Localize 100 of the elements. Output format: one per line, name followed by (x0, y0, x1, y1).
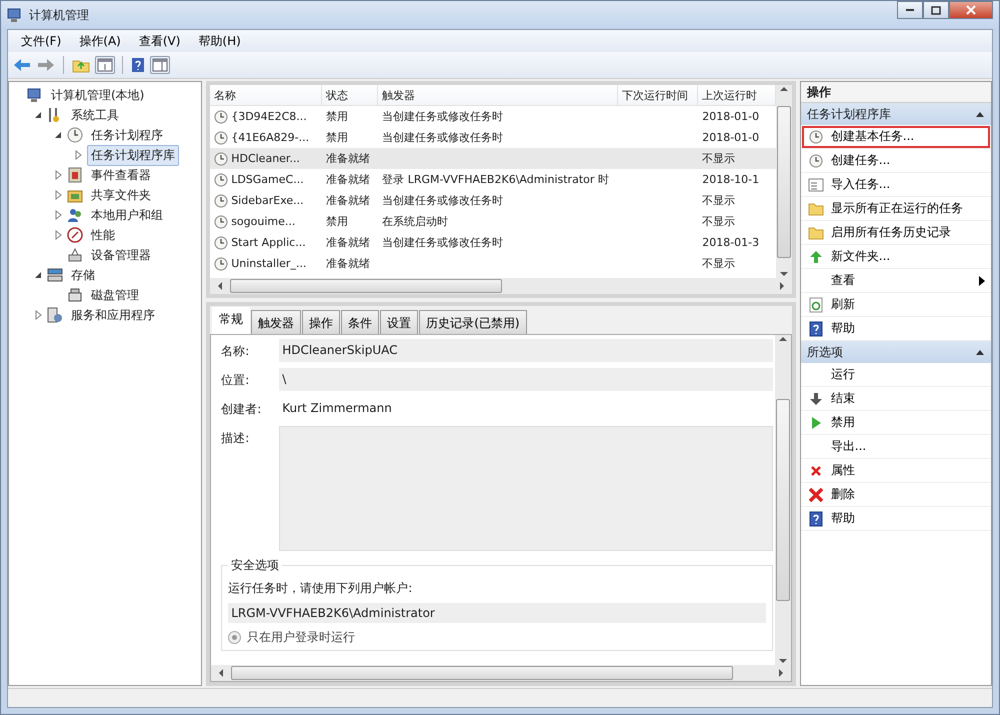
action-item[interactable]: 显示所有正在运行的任务 (800, 197, 991, 221)
tree-item[interactable]: 存储 (67, 264, 99, 286)
scroll-left-icon[interactable] (216, 282, 224, 290)
help-icon (808, 510, 823, 526)
console-tree-button[interactable] (95, 56, 115, 74)
clock-icon (808, 154, 823, 168)
tab[interactable]: 常规 (212, 307, 250, 334)
action-item[interactable]: 结束 (800, 387, 991, 411)
column-header[interactable]: 上次运行时 (698, 85, 776, 106)
input-field[interactable]: HDCleanerSkipUAC (279, 339, 773, 362)
table-row[interactable]: {41E6A829-... 禁用 当创建任务或修改任务时 2018-01-0 (210, 127, 776, 148)
window-title: 计算机管理 (29, 6, 90, 24)
tree-item[interactable]: 任务计划程序 (87, 124, 167, 146)
scroll-right-icon[interactable] (778, 282, 786, 290)
column-header[interactable]: 下次运行时间 (618, 85, 698, 106)
up-arrow-icon (808, 250, 823, 264)
minimize-button[interactable] (897, 1, 923, 19)
collapse-icon[interactable] (975, 110, 985, 118)
list-icon (808, 178, 824, 192)
action-item[interactable]: 导入任务... (800, 173, 991, 197)
tree-item[interactable]: 本地用户和组 (87, 204, 167, 226)
horizontal-scrollbar[interactable] (211, 665, 791, 681)
action-item[interactable]: 属性 (800, 459, 991, 483)
vertical-scrollbar[interactable] (776, 85, 792, 278)
table-cell: 2018-10-1 (702, 173, 760, 186)
field-label: 位置: (221, 372, 250, 389)
close-button[interactable] (949, 1, 993, 19)
menu-item[interactable]: 帮助(H) (189, 30, 250, 52)
table-cell: 当创建任务或修改任务时 (382, 109, 504, 124)
column-header[interactable]: 触发器 (378, 85, 618, 106)
field-label: 创建者: (221, 401, 262, 418)
table-row[interactable]: {3D94E2C8... 禁用 当创建任务或修改任务时 2018-01-0 (210, 106, 776, 127)
tree-item[interactable]: 事件查看器 (87, 164, 155, 186)
collapse-arrow-icon[interactable] (33, 270, 43, 280)
menu-item[interactable]: 查看(V) (130, 30, 190, 52)
scroll-up-icon[interactable] (778, 335, 787, 343)
tree-item[interactable]: 系统工具 (67, 104, 123, 126)
expand-arrow-icon[interactable] (53, 230, 63, 240)
action-item[interactable]: 导出... (800, 435, 991, 459)
expand-arrow-icon[interactable] (33, 310, 43, 320)
tab[interactable]: 历史记录(已禁用) (419, 310, 527, 334)
scroll-left-icon[interactable] (217, 669, 226, 677)
action-item[interactable]: 帮助 (800, 507, 991, 531)
table-row[interactable]: Start Applic... 准备就绪 当创建任务或修改任务时 2018-01-3 (210, 232, 776, 253)
table-row[interactable]: sogouime... 禁用 在系统启动时 不显示 (210, 211, 776, 232)
action-item[interactable]: 创建任务... (800, 149, 991, 173)
maximize-button[interactable] (923, 1, 949, 19)
table-cell: 禁用 (326, 130, 348, 145)
scroll-up-icon[interactable] (780, 85, 788, 93)
tree-item[interactable]: 服务和应用程序 (67, 304, 159, 326)
tab[interactable]: 条件 (341, 310, 380, 334)
action-item[interactable]: 运行 (800, 363, 991, 387)
help-button[interactable] (130, 56, 146, 74)
back-button[interactable] (12, 57, 32, 73)
section-header[interactable]: 所选项 (800, 341, 991, 363)
expand-arrow-icon[interactable] (73, 150, 83, 160)
column-header[interactable]: 名称 (210, 85, 322, 106)
tab[interactable]: 操作 (302, 310, 340, 334)
collapse-arrow-icon[interactable] (53, 130, 63, 140)
table-row[interactable]: HDCleaner... 准备就绪 不显示 (210, 148, 776, 169)
section-header[interactable]: 任务计划程序库 (800, 103, 991, 125)
collapse-arrow-icon[interactable] (33, 110, 43, 120)
expand-arrow-icon[interactable] (53, 190, 63, 200)
vertical-scrollbar[interactable] (774, 335, 791, 665)
column-header[interactable]: 状态 (322, 85, 378, 106)
table-cell: 准备就绪 (326, 256, 370, 271)
expand-arrow-icon[interactable] (53, 210, 63, 220)
horizontal-scrollbar[interactable] (210, 278, 792, 294)
input-field[interactable]: \ (279, 368, 773, 391)
table-cell: 登录 LRGM-VVFHAEB2K6\Administrator 时 (382, 172, 609, 187)
tree-item[interactable]: 任务计划程序库 (87, 144, 179, 166)
account-field: LRGM-VVFHAEB2K6\Administrator (228, 603, 766, 623)
prompt-text: 运行任务时，请使用下列用户帐户: (228, 580, 414, 597)
tree-item[interactable]: 计算机管理(本地) (47, 84, 148, 106)
action-item[interactable]: 新文件夹... (800, 245, 991, 269)
menu-item[interactable]: 文件(F) (12, 30, 70, 52)
menu-item[interactable]: 操作(A) (70, 30, 130, 52)
expand-arrow-icon[interactable] (53, 170, 63, 180)
table-row[interactable]: SidebarExe... 准备就绪 当创建任务或修改任务时 不显示 (210, 190, 776, 211)
tree-item[interactable]: 设备管理器 (87, 244, 155, 266)
tab[interactable]: 触发器 (251, 310, 302, 334)
action-item[interactable]: 刷新 (800, 293, 991, 317)
tab[interactable]: 设置 (380, 310, 418, 334)
description-field[interactable] (279, 426, 773, 551)
tree-item[interactable]: 性能 (87, 224, 119, 246)
tree-item[interactable]: 共享文件夹 (87, 184, 155, 206)
action-item[interactable]: 创建基本任务... (800, 125, 991, 149)
action-pane-button[interactable] (150, 56, 170, 74)
table-cell: 不显示 (702, 193, 736, 208)
action-item[interactable]: 禁用 (800, 411, 991, 435)
forward-button[interactable] (36, 57, 56, 73)
table-row[interactable]: LDSGameC... 准备就绪 登录 LRGM-VVFHAEB2K6\Administrator 时 2018-10-1 (210, 169, 776, 190)
action-item[interactable]: 启用所有任务历史记录 (800, 221, 991, 245)
table-row[interactable]: Uninstaller_... 准备就绪 不显示 (210, 253, 776, 274)
tree-item[interactable]: 磁盘管理 (87, 284, 143, 306)
action-item[interactable]: 删除 (800, 483, 991, 507)
action-item[interactable]: 查看 (800, 269, 991, 293)
scroll-right-icon[interactable] (776, 669, 785, 677)
help-icon (808, 320, 823, 336)
collapse-icon[interactable] (975, 348, 985, 356)
